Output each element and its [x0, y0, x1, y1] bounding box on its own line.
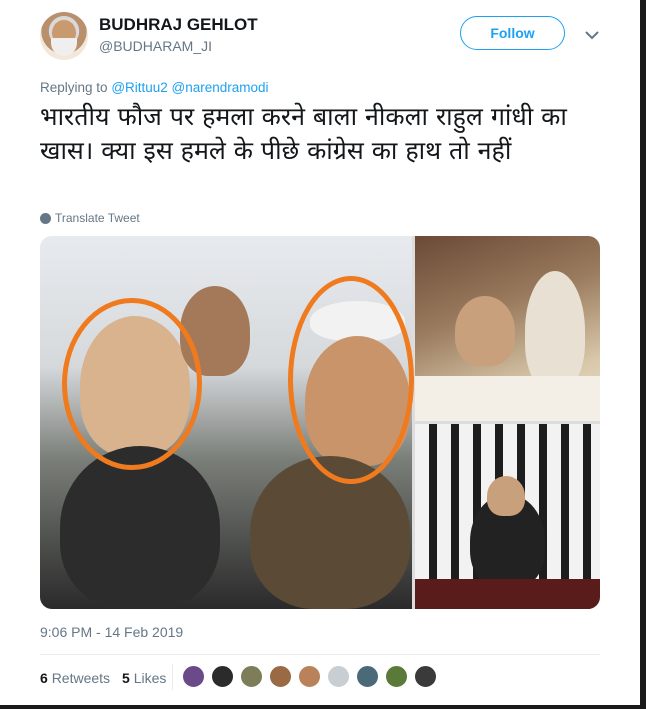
standing-person	[525, 271, 585, 391]
liker-avatar[interactable]	[298, 665, 321, 688]
liker-avatar[interactable]	[356, 665, 379, 688]
avatar-beard	[51, 38, 77, 56]
tweet-timestamp[interactable]: 9:06 PM - 14 Feb 2019	[40, 624, 183, 640]
reply-mentions-link[interactable]: @Rittuu2 @narendramodi	[111, 80, 268, 95]
replying-to: Replying to @Rittuu2 @narendramodi	[40, 80, 269, 95]
divider	[40, 654, 600, 655]
retweets-label: Retweets	[51, 670, 111, 686]
likes-label: Likes	[133, 670, 167, 686]
photo-main[interactable]	[40, 236, 414, 609]
tweet-stats: 6 Retweets 5 Likes	[40, 670, 166, 686]
liker-avatar[interactable]	[385, 665, 408, 688]
translate-label: Translate Tweet	[55, 211, 140, 225]
person-right-body	[250, 456, 410, 609]
liker-avatar[interactable]	[240, 665, 263, 688]
replying-to-label: Replying to	[40, 80, 108, 95]
liker-avatar[interactable]	[269, 665, 292, 688]
translate-tweet-link[interactable]: Translate Tweet	[40, 211, 140, 225]
seated-person	[455, 296, 515, 366]
chevron-down-icon[interactable]	[583, 26, 601, 44]
highlight-circle-right	[288, 276, 414, 484]
liker-avatar[interactable]	[414, 665, 437, 688]
person-left-body	[60, 446, 220, 609]
liker-avatar[interactable]	[211, 665, 234, 688]
tweet-text: भारतीय फौज पर हमला करने बाला नीकला राहुल…	[40, 102, 567, 165]
avatar[interactable]	[40, 12, 88, 60]
tweet-media[interactable]	[40, 236, 600, 609]
table	[415, 376, 600, 421]
globe-icon	[40, 212, 51, 224]
liker-avatar[interactable]	[327, 665, 350, 688]
window-edge-right	[640, 0, 646, 709]
photo-bottom-right[interactable]	[415, 424, 600, 609]
likes-count: 5	[122, 670, 130, 686]
photo-top-right[interactable]	[415, 236, 600, 421]
window-edge-bottom	[0, 705, 646, 709]
highlight-circle-left	[62, 298, 202, 470]
photo-floor	[415, 579, 600, 609]
stats-divider	[172, 664, 173, 690]
display-name[interactable]: BUDHRAJ GEHLOT	[99, 15, 258, 35]
retweets-stat[interactable]: 6 Retweets	[40, 670, 110, 686]
liker-avatars	[182, 665, 437, 688]
username[interactable]: @BUDHARAM_JI	[99, 38, 212, 54]
retweets-count: 6	[40, 670, 48, 686]
armed-person-face	[487, 476, 525, 516]
likes-stat[interactable]: 5 Likes	[122, 670, 166, 686]
follow-button[interactable]: Follow	[460, 16, 565, 50]
liker-avatar[interactable]	[182, 665, 205, 688]
